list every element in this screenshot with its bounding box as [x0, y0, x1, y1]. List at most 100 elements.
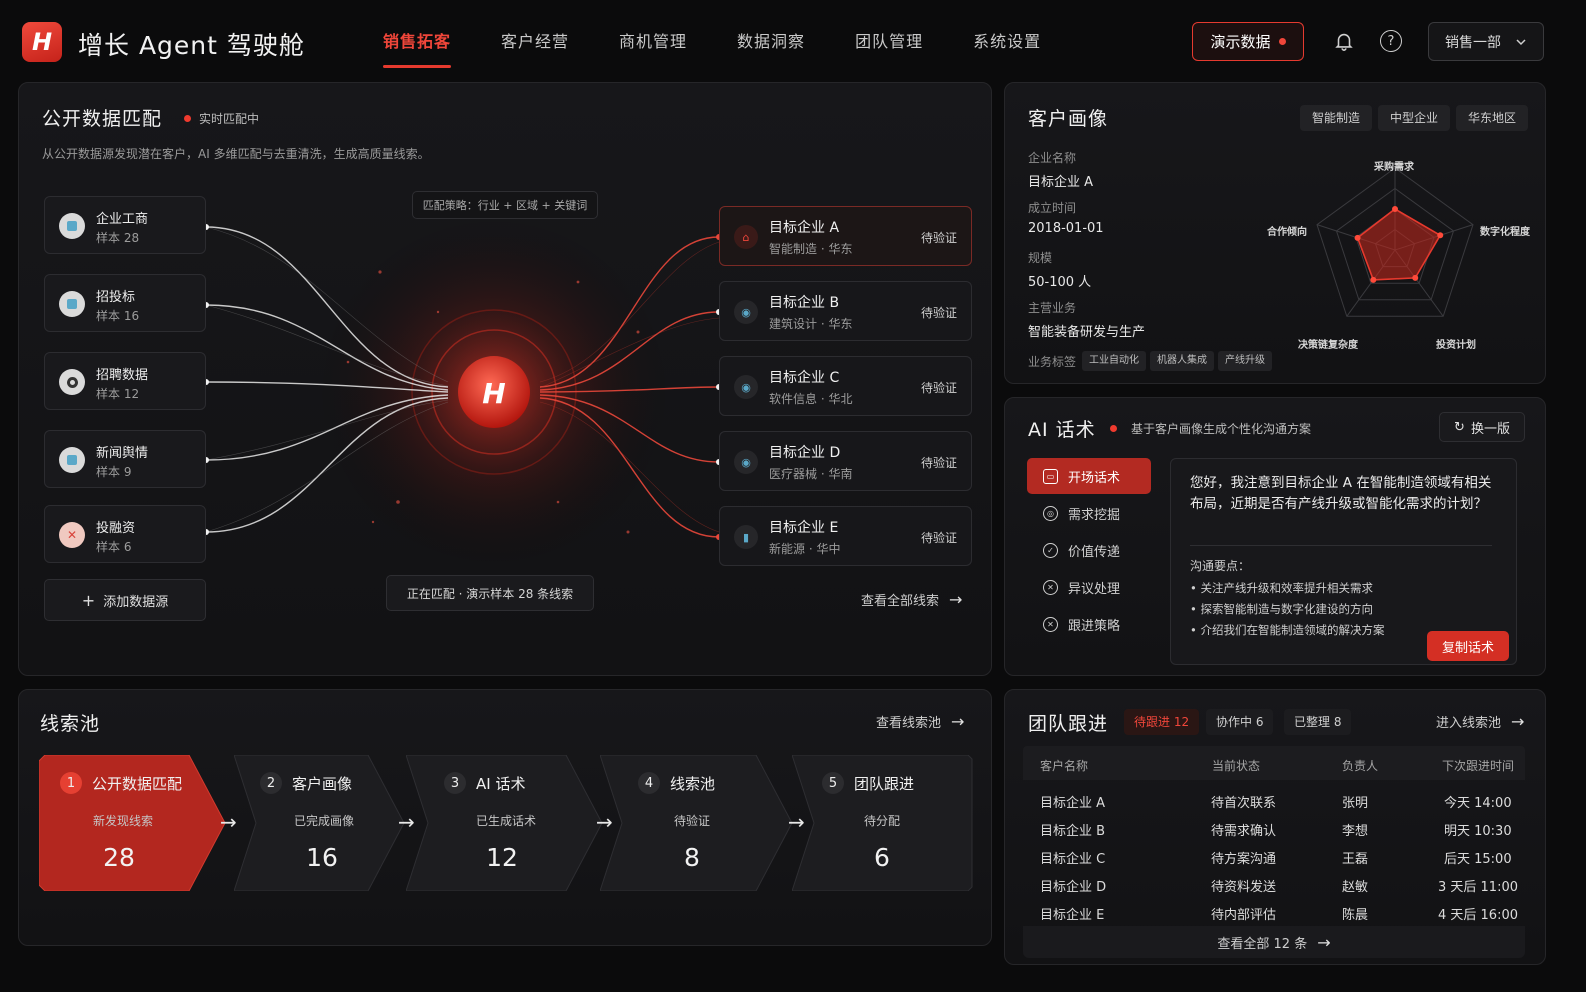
building-icon [59, 213, 85, 239]
add-source-label: 添加数据源 [103, 594, 169, 610]
view-all-followups-label: 查看全部 12 条 [1217, 936, 1308, 952]
department-label: 销售一部 [1445, 34, 1501, 51]
match-status: 实时匹配中 [184, 110, 259, 127]
profile-tag: 华东地区 [1456, 105, 1529, 131]
bar-chart-icon: ▮ [734, 525, 758, 549]
stage-number: 4 [638, 772, 660, 794]
enter-lead-pool-label: 进入线索池 [1436, 716, 1502, 731]
target-card-c[interactable]: ◉ 目标企业 C 软件信息 · 华北 待验证 [719, 356, 972, 416]
refresh-label: 换一版 [1470, 421, 1510, 437]
points-title: 沟通要点： [1190, 559, 1251, 573]
target-name: 目标企业 B [769, 295, 840, 311]
view-lead-pool-link[interactable]: 查看线索池 → [876, 712, 964, 731]
stage-number: 1 [60, 772, 82, 794]
menu-opening-script[interactable]: ▭ 开场话术 [1027, 458, 1151, 494]
nav-sales-prospecting[interactable]: 销售拓客 [383, 0, 452, 80]
stage-profile[interactable]: 2 客户画像 已完成画像 16 [234, 755, 406, 891]
menu-label: 开场话术 [1068, 470, 1121, 486]
point-text: 探索智能制造与数字化建设的方向 [1200, 602, 1373, 616]
field-label: 规模 [1028, 251, 1053, 265]
ai-dot [1110, 425, 1117, 432]
column-header: 客户名称 [1040, 759, 1089, 773]
stage-team-followup[interactable]: 5 团队跟进 待分配 6 [792, 755, 974, 891]
tab-organized[interactable]: 已整理 8 [1284, 709, 1352, 735]
radar-axis-label: 数字化程度 [1480, 227, 1530, 238]
news-icon [59, 447, 85, 473]
cell-next-time: 后天 15:00 [1444, 852, 1512, 867]
help-icon[interactable]: ? [1380, 30, 1402, 52]
finance-icon: ✕ [59, 522, 85, 548]
stage-label: 客户画像 [292, 775, 353, 793]
nav-customer-ops[interactable]: 客户经营 [501, 0, 569, 80]
copy-script-button[interactable]: 复制话术 [1427, 631, 1509, 661]
target-card-d[interactable]: ◉ 目标企业 D 医疗器械 · 华南 待验证 [719, 431, 972, 491]
lead-pool-title: 线索池 [40, 713, 101, 735]
demo-status-dot [1278, 38, 1286, 45]
add-source-button[interactable]: + 添加数据源 [44, 579, 206, 621]
stage-lead-pool[interactable]: 4 线索池 待验证 8 [600, 755, 794, 891]
stage-label: 团队跟进 [854, 775, 915, 793]
point-text: 介绍我们在智能制造领域的解决方案 [1200, 623, 1385, 637]
enter-lead-pool-link[interactable]: 进入线索池 → [1436, 712, 1524, 731]
nav-settings[interactable]: 系统设置 [973, 0, 1041, 80]
stage-value: 28 [103, 843, 135, 872]
tab-collaborating[interactable]: 协作中 6 [1206, 709, 1274, 735]
point-text: 关注产线升级和效率提升相关需求 [1200, 581, 1373, 595]
nav-insights[interactable]: 数据洞察 [737, 0, 805, 80]
source-name: 招投标 [96, 290, 136, 305]
nav-team[interactable]: 团队管理 [855, 0, 923, 80]
target-meta: 智能制造 · 华东 [769, 242, 853, 256]
target-card-e[interactable]: ▮ 目标企业 E 新能源 · 华中 待验证 [719, 506, 972, 566]
view-all-leads-link[interactable]: 查看全部线索 → [861, 590, 962, 609]
ai-subtitle: 基于客户画像生成个性化沟通方案 [1110, 420, 1311, 437]
target-meta: 新能源 · 华中 [769, 542, 841, 556]
column-header: 下次跟进时间 [1442, 759, 1515, 773]
department-select[interactable]: 销售一部 [1428, 22, 1544, 61]
refresh-button[interactable]: ↻ 换一版 [1439, 412, 1525, 442]
arrow-right-icon: → [1317, 932, 1331, 952]
main-nav: 销售拓客 客户经营 商机管理 数据洞察 团队管理 系统设置 [383, 0, 1091, 80]
source-card-business-registry[interactable]: 企业工商 样本 28 [44, 196, 206, 254]
stage-desc: 待分配 [863, 814, 900, 828]
source-name: 企业工商 [96, 212, 149, 227]
shield-icon: ✓ [1043, 542, 1058, 558]
menu-needs-discovery[interactable]: ◎ 需求挖掘 [1027, 495, 1151, 531]
stage-desc: 待验证 [673, 814, 710, 828]
cell-customer: 目标企业 D [1040, 880, 1107, 895]
source-card-financing[interactable]: ✕ 投融资 样本 6 [44, 505, 206, 563]
target-card-b[interactable]: ◉ 目标企业 B 建筑设计 · 华东 待验证 [719, 281, 972, 341]
menu-value-delivery[interactable]: ✓ 价值传递 [1027, 532, 1151, 568]
demo-data-button[interactable]: 演示数据 [1192, 22, 1304, 61]
target-card-a[interactable]: ⌂ 目标企业 A 智能制造 · 华东 待验证 [719, 206, 972, 266]
cell-status: 待资料发送 [1211, 880, 1277, 895]
field-label: 主营业务 [1028, 301, 1077, 315]
profile-panel-title: 客户画像 [1028, 108, 1109, 130]
cell-next-time: 明天 10:30 [1444, 824, 1512, 839]
menu-objection-handling[interactable]: ✕ 异议处理 [1027, 569, 1151, 605]
target-meta: 软件信息 · 华北 [769, 392, 853, 406]
menu-followup-strategy[interactable]: ✕ 跟进策略 [1027, 606, 1151, 642]
source-card-news[interactable]: 新闻舆情 样本 9 [44, 430, 206, 488]
source-card-recruitment[interactable]: 招聘数据 样本 12 [44, 352, 206, 410]
cell-owner: 陈晨 [1342, 908, 1369, 923]
stage-ai-script[interactable]: 3 AI 话术 已生成话术 12 [406, 755, 606, 891]
radar-point [1370, 276, 1377, 283]
radar-point [1392, 206, 1398, 212]
nav-opportunity[interactable]: 商机管理 [619, 0, 687, 80]
stage-public-match[interactable]: 1 公开数据匹配 新发现线索 28 [39, 755, 227, 891]
source-name: 招聘数据 [96, 368, 149, 383]
tab-pending[interactable]: 待跟进 12 [1124, 709, 1200, 735]
column-header: 负责人 [1342, 759, 1379, 773]
bell-icon[interactable] [1333, 30, 1355, 52]
stage-value: 16 [306, 843, 338, 872]
match-strategy: 匹配策略：行业 + 区域 + 关键词 [412, 191, 598, 219]
radar-area [1356, 208, 1442, 281]
radar-point [1437, 232, 1444, 239]
radar-point [1354, 234, 1361, 241]
menu-label: 价值传递 [1068, 544, 1121, 560]
source-card-bidding[interactable]: 招投标 样本 16 [44, 274, 206, 332]
view-all-followups-link[interactable]: 查看全部 12 条 → [1023, 926, 1525, 958]
profile-tag: 中型企业 [1378, 105, 1451, 131]
source-count: 样本 9 [96, 465, 132, 479]
source-name: 投融资 [96, 521, 136, 536]
